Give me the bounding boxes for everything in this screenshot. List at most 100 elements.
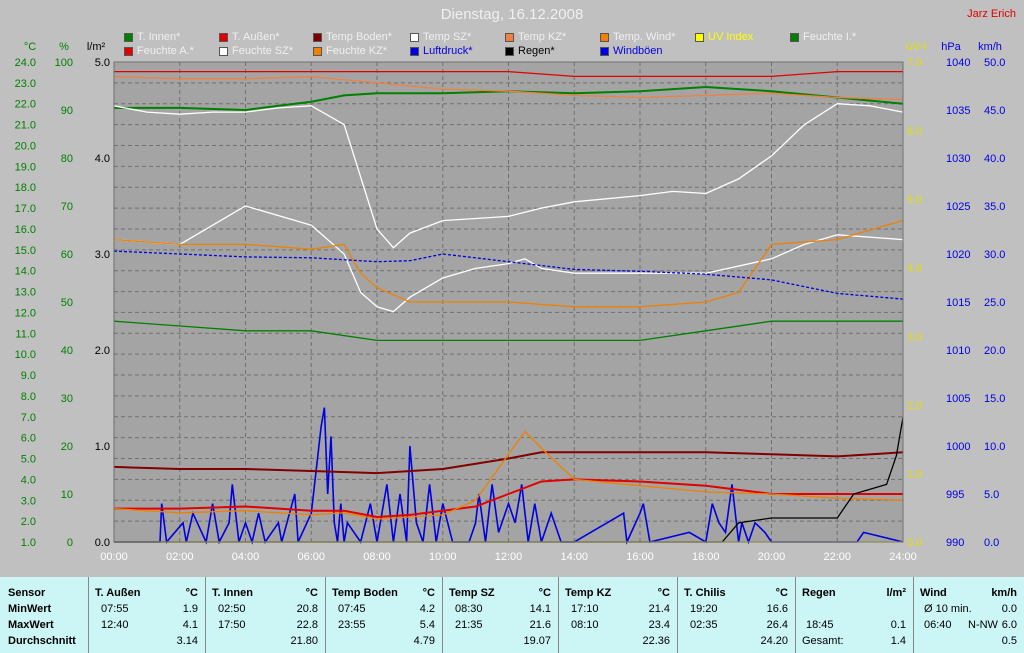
average-value: 4.79 xyxy=(413,635,435,647)
wind-tick-label: 50.0 xyxy=(984,57,1005,69)
column-unit: °C xyxy=(538,587,551,599)
time-tick-label: 22:00 xyxy=(823,551,851,563)
max-value: 0.1 xyxy=(890,619,906,631)
pct-tick-label: 10 xyxy=(61,489,73,501)
temp-tick-label: 17.0 xyxy=(15,203,36,215)
temp-tick-label: 21.0 xyxy=(15,120,36,132)
wind-tick-label: 25.0 xyxy=(984,297,1005,309)
column-unit: °C xyxy=(775,587,788,599)
uv-tick-label: 0.0 xyxy=(907,537,922,549)
time-tick-label: 04:00 xyxy=(232,551,260,563)
wind-tick-label: 20.0 xyxy=(984,345,1005,357)
wind-tick-label: 45.0 xyxy=(984,105,1005,117)
temp-tick-label: 23.0 xyxy=(15,78,36,90)
average-value: 24.20 xyxy=(760,635,788,647)
uv-tick-label: 4.0 xyxy=(907,263,922,275)
temp-tick-label: 2.0 xyxy=(21,516,36,528)
temp-tick-label: 16.0 xyxy=(15,224,36,236)
wind-tick-label: 15.0 xyxy=(984,393,1005,405)
temp-tick-label: 20.0 xyxy=(15,140,36,152)
time-tick-label: 12:00 xyxy=(495,551,523,563)
temp-tick-label: 5.0 xyxy=(21,454,36,466)
time-tick-label: 18:00 xyxy=(692,551,720,563)
total-value: 1.4 xyxy=(890,635,906,647)
pressure-tick-label: 1015 xyxy=(946,297,970,309)
temp-tick-label: 9.0 xyxy=(21,370,36,382)
min-value: 16.6 xyxy=(766,603,788,615)
pct-tick-label: 60 xyxy=(61,249,73,261)
pressure-tick-label: 1020 xyxy=(946,249,970,261)
pressure-tick-label: 990 xyxy=(946,537,964,549)
time-tick-label: 20:00 xyxy=(758,551,786,563)
wind-axis-unit: km/h xyxy=(978,41,1002,53)
time-tick-label: 02:00 xyxy=(166,551,194,563)
summary-column-wind: Wind km/h Ø 10 min. 0.0 06:40 N-NW 6.0 0.5 xyxy=(913,577,1024,653)
max-value: 6.0 xyxy=(1001,619,1017,631)
uv-tick-label: 5.0 xyxy=(907,194,922,206)
summary-column: T. Innen °C 02:50 20.8 17:50 22.8 21.80 xyxy=(205,577,325,653)
wind-tick-label: 0.0 xyxy=(984,537,999,549)
wind-tick-label: 30.0 xyxy=(984,249,1005,261)
rain-tick-label: 5.0 xyxy=(95,57,110,69)
summary-column: T. Chilis °C 19:20 16.6 02:35 26.4 24.20 xyxy=(677,577,795,653)
uv-tick-label: 6.0 xyxy=(907,126,922,138)
min-value: 1.9 xyxy=(182,603,198,615)
temp-tick-label: 19.0 xyxy=(15,161,36,173)
rain-tick-label: 1.0 xyxy=(95,441,110,453)
column-unit: °C xyxy=(185,587,198,599)
summary-column-rain: Regen l/m² 18:45 0.1 Gesamt: 1.4 xyxy=(795,577,913,653)
uv-tick-label: 7.0 xyxy=(907,57,922,69)
min-value: 0.0 xyxy=(1001,603,1017,615)
wind-tick-label: 35.0 xyxy=(984,201,1005,213)
wind-tick-label: 5.0 xyxy=(984,489,999,501)
temp-tick-label: 7.0 xyxy=(21,412,36,424)
pressure-tick-label: 1030 xyxy=(946,153,970,165)
temp-tick-label: 10.0 xyxy=(15,349,36,361)
rain-tick-label: 3.0 xyxy=(95,249,110,261)
uv-tick-label: 2.0 xyxy=(907,400,922,412)
average-value: 22.36 xyxy=(642,635,670,647)
rain-tick-label: 2.0 xyxy=(95,345,110,357)
time-tick-label: 06:00 xyxy=(297,551,325,563)
pressure-tick-label: 995 xyxy=(946,489,964,501)
temp-tick-label: 8.0 xyxy=(21,391,36,403)
temp-tick-label: 14.0 xyxy=(15,266,36,278)
uv-tick-label: 1.0 xyxy=(907,468,922,480)
temp-tick-label: 4.0 xyxy=(21,474,36,486)
pct-tick-label: 20 xyxy=(61,441,73,453)
uv-tick-label: 3.0 xyxy=(907,331,922,343)
max-value: 21.6 xyxy=(529,619,551,631)
column-unit: °C xyxy=(305,587,318,599)
row-label-sensor: Sensor xyxy=(8,587,46,599)
average-value: 0.5 xyxy=(1001,635,1017,647)
min-value: 4.2 xyxy=(419,603,435,615)
temp-tick-label: 15.0 xyxy=(15,245,36,257)
temp-axis-unit: °C xyxy=(24,41,36,53)
temp-tick-label: 3.0 xyxy=(21,495,36,507)
weather-chart: Dienstag, 16.12.2008 Jarz Erich T. Innen… xyxy=(0,0,1024,575)
column-unit: °C xyxy=(657,587,670,599)
pressure-tick-label: 1010 xyxy=(946,345,970,357)
pct-tick-label: 30 xyxy=(61,393,73,405)
temp-tick-label: 13.0 xyxy=(15,287,36,299)
pressure-tick-label: 1000 xyxy=(946,441,970,453)
pressure-axis-unit: hPa xyxy=(941,41,961,53)
column-unit: km/h xyxy=(991,587,1017,599)
time-tick-label: 14:00 xyxy=(560,551,588,563)
temp-tick-label: 11.0 xyxy=(15,328,36,340)
summary-table: Sensor MinWert MaxWert Durchschnitt T. A… xyxy=(0,577,1024,653)
summary-column: Temp SZ °C 08:30 14.1 21:35 21.6 19.07 xyxy=(442,577,558,653)
temp-tick-label: 6.0 xyxy=(21,433,36,445)
temp-tick-label: 12.0 xyxy=(15,307,36,319)
summary-column: Temp Boden °C 07:45 4.2 23:55 5.4 4.79 xyxy=(325,577,442,653)
temp-tick-label: 22.0 xyxy=(15,99,36,111)
average-value: 3.14 xyxy=(176,635,198,647)
max-value: 5.4 xyxy=(419,619,435,631)
pct-tick-label: 70 xyxy=(61,201,73,213)
pressure-tick-label: 1040 xyxy=(946,57,970,69)
rain-axis-unit: l/m² xyxy=(87,41,106,53)
wind-tick-label: 40.0 xyxy=(984,153,1005,165)
rain-tick-label: 0.0 xyxy=(95,537,110,549)
rain-tick-label: 4.0 xyxy=(95,153,110,165)
time-tick-label: 24:00 xyxy=(889,551,917,563)
